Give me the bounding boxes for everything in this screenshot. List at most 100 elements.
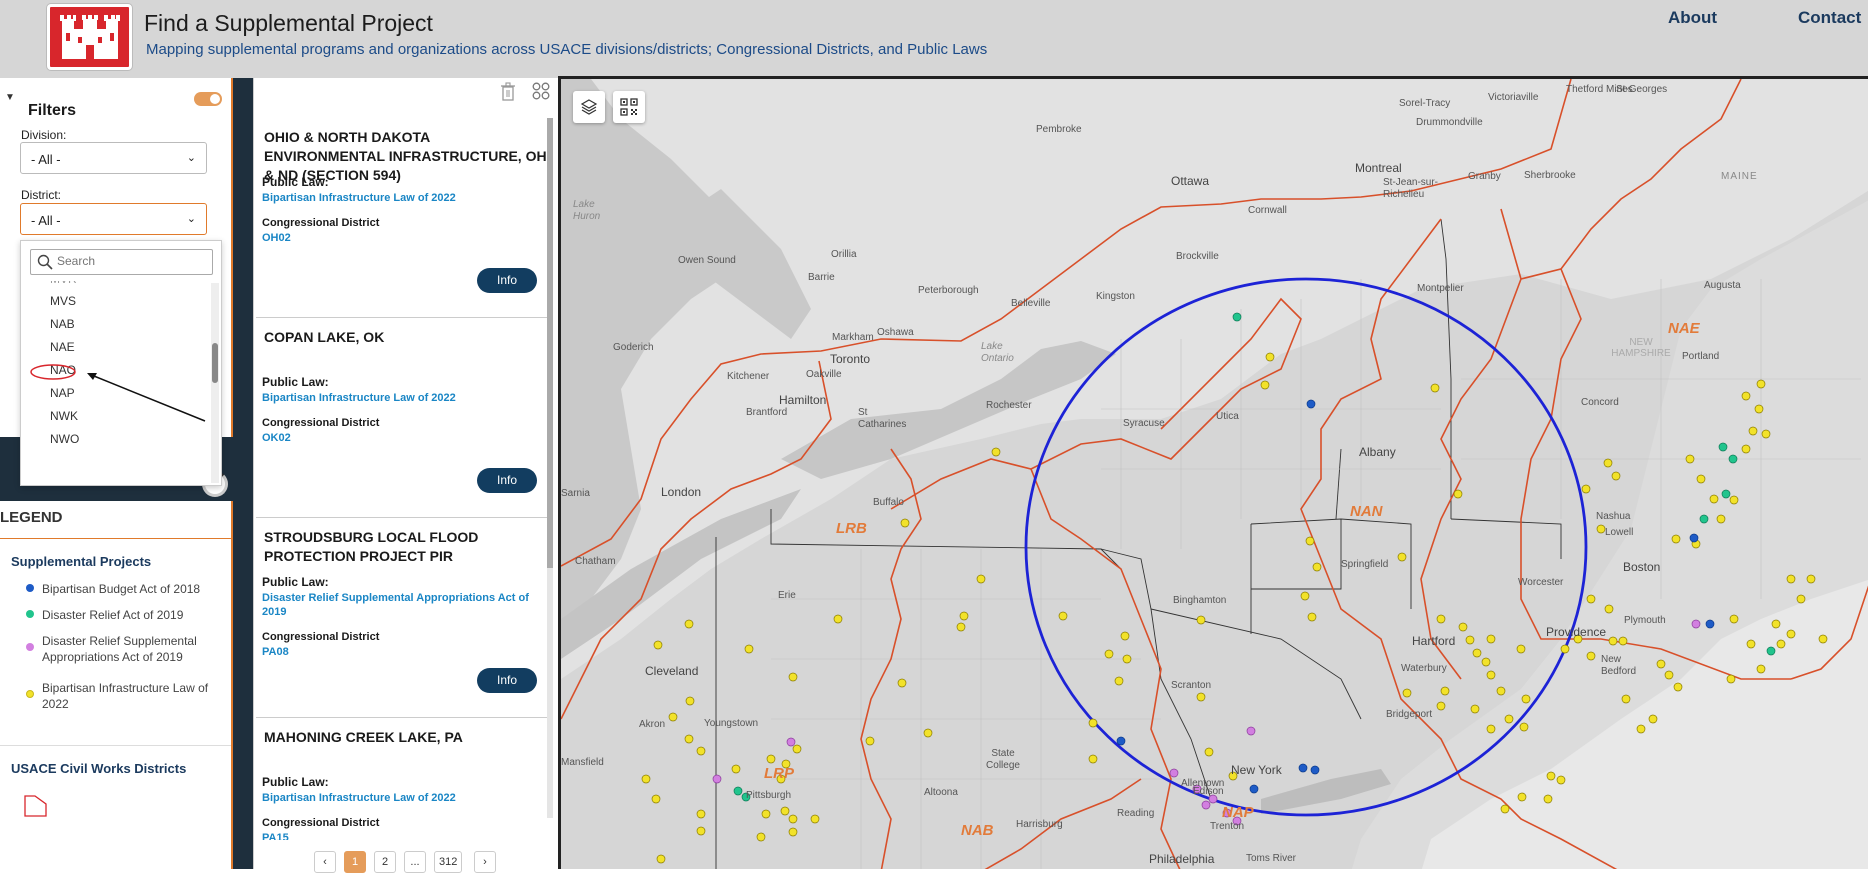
page-last-button[interactable]: 312 bbox=[434, 851, 463, 873]
info-button[interactable]: Info bbox=[477, 268, 537, 293]
map-place-label: Montpelier bbox=[1417, 283, 1464, 294]
legend-dot-icon bbox=[26, 584, 34, 592]
legend-dot-icon bbox=[26, 610, 34, 618]
map-place-label: MAINE bbox=[1721, 171, 1758, 182]
layers-button[interactable] bbox=[573, 91, 605, 123]
district-option[interactable]: NAE bbox=[50, 340, 75, 354]
district-search-input[interactable] bbox=[57, 254, 207, 268]
district-option[interactable]: NWO bbox=[50, 432, 79, 446]
nav-contact-link[interactable]: Contact bbox=[1798, 8, 1861, 28]
district-dropdown: MVR MVS NAB NAE NAO NAP NWK NWO bbox=[20, 240, 222, 486]
divider bbox=[0, 538, 231, 539]
map-place-label: Toronto bbox=[830, 352, 871, 366]
public-law-link[interactable]: Bipartisan Infrastructure Law of 2022 bbox=[262, 791, 547, 805]
division-select-value: - All - bbox=[31, 152, 61, 167]
dropdown-scrollbar[interactable] bbox=[211, 283, 219, 483]
congressional-district-link[interactable]: OK02 bbox=[262, 431, 547, 445]
results-toolbar bbox=[254, 78, 554, 118]
map-place-label: Youngstown bbox=[704, 718, 759, 729]
public-law-link[interactable]: Bipartisan Infrastructure Law of 2022 bbox=[262, 191, 547, 205]
map-place-label: Trenton bbox=[1210, 821, 1245, 832]
results-scrollbar[interactable] bbox=[547, 118, 553, 818]
trash-icon[interactable] bbox=[499, 82, 517, 102]
prev-page-button[interactable]: ‹ bbox=[314, 851, 336, 873]
district-map-label: NAN bbox=[1350, 503, 1383, 520]
qr-code-button[interactable] bbox=[613, 91, 645, 123]
map-place-label: Altoona bbox=[924, 787, 958, 798]
app-header: Find a Supplemental Project Mapping supp… bbox=[0, 0, 1868, 78]
map-view[interactable]: Sorel-Tracy Victoriaville Thetford Mines… bbox=[558, 76, 1868, 869]
map-place-label: Sorel-Tracy bbox=[1399, 98, 1451, 109]
project-title: MAHONING CREEK LAKE, PA bbox=[264, 729, 463, 745]
legend-projects-heading: Supplemental Projects bbox=[11, 554, 152, 569]
next-page-button[interactable]: › bbox=[474, 851, 496, 873]
basemap bbox=[561, 79, 1868, 869]
district-label: District: bbox=[21, 188, 61, 202]
district-option[interactable]: NWK bbox=[50, 409, 78, 423]
map-place-label: Kitchener bbox=[727, 371, 770, 382]
division-select[interactable]: - All - ⌄ bbox=[20, 142, 207, 174]
congressional-district-link[interactable]: PA15 bbox=[262, 831, 547, 840]
map-place-label: Plymouth bbox=[1624, 615, 1666, 626]
project-card[interactable]: OHIO & NORTH DAKOTA ENVIRONMENTAL INFRAS… bbox=[256, 118, 550, 318]
map-place-label: Drummondville bbox=[1416, 117, 1483, 128]
congressional-district-link[interactable]: OH02 bbox=[262, 231, 547, 245]
district-select-value: - All - bbox=[31, 213, 61, 228]
grid-view-icon[interactable] bbox=[532, 82, 550, 100]
project-card[interactable]: STROUDSBURG LOCAL FLOOD PROTECTION PROJE… bbox=[256, 518, 550, 718]
nav-about-link[interactable]: About bbox=[1668, 8, 1717, 28]
district-option[interactable]: NAO bbox=[50, 363, 76, 377]
public-law-label: Public Law: bbox=[262, 575, 329, 589]
public-law-link[interactable]: Bipartisan Infrastructure Law of 2022 bbox=[262, 391, 547, 405]
district-option[interactable]: MVS bbox=[50, 294, 76, 308]
district-map-label: NAB bbox=[961, 822, 994, 839]
map-place-label: Edison bbox=[1193, 786, 1224, 797]
map-place-label: Brockville bbox=[1176, 251, 1219, 262]
map-place-label: Barrie bbox=[808, 272, 835, 283]
district-option[interactable]: NAP bbox=[50, 386, 75, 400]
map-place-label: New Bedford bbox=[1601, 654, 1637, 677]
filters-toggle[interactable] bbox=[194, 92, 222, 106]
map-place-label: Utica bbox=[1216, 411, 1239, 422]
map-place-label: Philadelphia bbox=[1149, 852, 1215, 866]
map-place-label: Chatham bbox=[575, 556, 616, 567]
map-place-label: Lake Ontario bbox=[981, 341, 1014, 364]
district-option-partial[interactable]: MVR bbox=[50, 281, 77, 286]
map-place-label: St-Georges bbox=[1616, 84, 1668, 95]
public-law-link[interactable]: Disaster Relief Supplemental Appropriati… bbox=[262, 591, 547, 619]
map-place-label: Buffalo bbox=[873, 497, 904, 508]
district-option[interactable]: NAB bbox=[50, 317, 75, 331]
project-card[interactable]: COPAN LAKE, OK Public Law: Bipartisan In… bbox=[256, 318, 550, 518]
legend-dot-icon bbox=[26, 643, 34, 651]
map-place-label: Sherbrooke bbox=[1524, 170, 1576, 181]
congressional-district-label: Congressional District bbox=[262, 631, 380, 643]
map-place-label: Binghamton bbox=[1173, 595, 1227, 606]
map-place-label: Syracuse bbox=[1123, 418, 1165, 429]
legend-title: LEGEND bbox=[0, 509, 63, 526]
page-2-button[interactable]: 2 bbox=[374, 851, 396, 873]
map-place-label: Bridgeport bbox=[1386, 709, 1433, 720]
legend-item-label: Bipartisan Infrastructure Law of 2022 bbox=[42, 681, 209, 711]
project-card[interactable]: MAHONING CREEK LAKE, PA Public Law: Bipa… bbox=[256, 718, 550, 846]
map-place-label: Reading bbox=[1117, 808, 1155, 819]
filters-title: Filters bbox=[28, 102, 77, 119]
collapse-caret-icon[interactable]: ▼ bbox=[5, 92, 15, 103]
map-place-label: Portland bbox=[1682, 351, 1720, 362]
map-place-label: Granby bbox=[1468, 171, 1501, 182]
divider bbox=[0, 745, 231, 746]
map-place-label: Hartford bbox=[1412, 634, 1456, 648]
project-title: STROUDSBURG LOCAL FLOOD PROTECTION PROJE… bbox=[264, 529, 479, 564]
usace-castle-logo[interactable] bbox=[47, 4, 132, 70]
district-select[interactable]: - All - ⌄ bbox=[20, 203, 207, 235]
district-search-box[interactable] bbox=[30, 249, 213, 275]
chevron-down-icon: ⌄ bbox=[186, 213, 196, 225]
page-1-button[interactable]: 1 bbox=[344, 851, 366, 873]
app-subtitle: Mapping supplemental programs and organi… bbox=[146, 41, 988, 58]
map-place-label: Worcester bbox=[1518, 577, 1564, 588]
congressional-district-link[interactable]: PA08 bbox=[262, 645, 547, 659]
info-button[interactable]: Info bbox=[477, 468, 537, 493]
info-button[interactable]: Info bbox=[477, 668, 537, 693]
chevron-down-icon: ⌄ bbox=[186, 152, 196, 164]
map-place-label: Ottawa bbox=[1171, 174, 1210, 188]
map-place-label: Springfield bbox=[1341, 559, 1389, 570]
